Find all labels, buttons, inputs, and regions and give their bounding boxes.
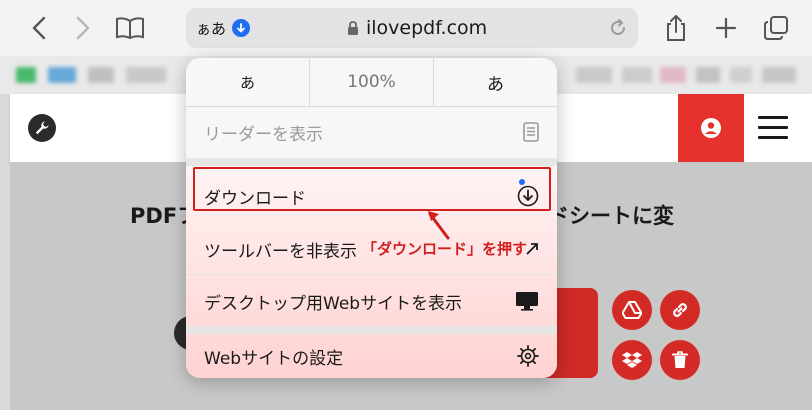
favorite-item[interactable]: [16, 67, 36, 83]
favorite-item[interactable]: [762, 67, 796, 83]
favorite-item[interactable]: [126, 67, 166, 83]
user-account-button[interactable]: [678, 94, 744, 162]
download-highlight-box: [193, 167, 551, 211]
reload-icon[interactable]: [608, 18, 628, 42]
wrench-icon[interactable]: [28, 114, 56, 142]
website-settings-label: Webサイトの設定: [204, 348, 344, 369]
browser-toolbar: ぁあ ilovepdf.com: [0, 0, 812, 56]
google-drive-icon[interactable]: [612, 290, 652, 330]
favorite-item[interactable]: [576, 67, 612, 83]
trash-icon[interactable]: [660, 340, 700, 380]
collapse-arrows-icon: [525, 242, 539, 256]
gear-icon: [517, 345, 539, 367]
menu-separator: [186, 326, 557, 334]
bookmarks-book-icon[interactable]: [112, 10, 148, 46]
page-heading-right: ドシートに変: [548, 204, 674, 228]
show-reader-item[interactable]: リーダーを表示: [186, 106, 557, 158]
favorite-item[interactable]: [730, 67, 752, 83]
menu-separator: [186, 158, 557, 166]
back-icon[interactable]: [22, 10, 58, 46]
reset-zoom-button[interactable]: 100%: [310, 58, 434, 106]
page-settings-menu: あ 100% あ リーダーを表示 ダウンロード ツールバーを非表示 デスクトップ…: [186, 58, 557, 378]
hide-toolbar-label: ツールバーを非表示: [204, 241, 357, 262]
increase-text-size-button[interactable]: あ: [434, 58, 557, 106]
desktop-site-item[interactable]: デスクトップ用Webサイトを表示: [186, 274, 557, 327]
link-icon[interactable]: [660, 290, 700, 330]
website-settings-item[interactable]: Webサイトの設定: [186, 334, 557, 378]
hamburger-menu-icon[interactable]: [758, 116, 788, 140]
decrease-text-size-button[interactable]: あ: [186, 58, 310, 106]
user-icon: [701, 118, 721, 138]
reader-icon: [523, 122, 539, 142]
favorite-item[interactable]: [660, 67, 686, 83]
favorite-item[interactable]: [696, 67, 720, 83]
text-size-button[interactable]: ぁあ: [196, 18, 226, 39]
address-bar[interactable]: ぁあ ilovepdf.com: [186, 8, 638, 48]
favorite-item[interactable]: [622, 67, 652, 83]
download-indicator-icon[interactable]: [232, 19, 250, 37]
share-icon[interactable]: [658, 10, 694, 46]
zoom-controls: あ 100% あ: [186, 58, 557, 107]
desktop-monitor-icon: [515, 291, 539, 311]
lock-icon: [346, 20, 360, 40]
show-reader-label: リーダーを表示: [204, 124, 323, 145]
url-domain[interactable]: ilovepdf.com: [366, 17, 487, 39]
tabs-icon[interactable]: [758, 10, 794, 46]
favorite-item[interactable]: [48, 67, 76, 83]
dropbox-icon[interactable]: [612, 340, 652, 380]
new-tab-plus-icon[interactable]: [708, 10, 744, 46]
annotation-text: 「ダウンロード」を押す: [362, 240, 528, 258]
favorite-item[interactable]: [88, 67, 114, 83]
forward-icon[interactable]: [64, 10, 100, 46]
desktop-site-label: デスクトップ用Webサイトを表示: [204, 293, 463, 314]
